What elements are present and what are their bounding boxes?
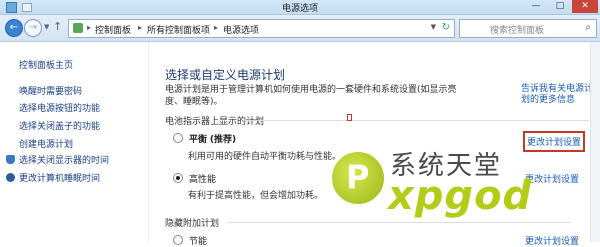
page-description: 电源计划是用于管理计算机如何使用电源的一套硬件和系统设置(如显示亮度、睡眠等)。 xyxy=(165,85,457,107)
moon-icon xyxy=(6,173,15,182)
breadcrumb-power-options[interactable]: 电源选项 xyxy=(223,23,259,36)
breadcrumb-separator-icon[interactable]: ▸ xyxy=(214,23,218,32)
sidebar-item-control-panel-home[interactable]: 控制面板主页 xyxy=(19,58,73,71)
breadcrumb-separator-icon[interactable]: ▸ xyxy=(87,23,91,32)
plan-power-saver-radio[interactable] xyxy=(173,235,183,245)
display-shield-icon xyxy=(6,155,15,164)
close-button[interactable]: ✕ xyxy=(572,0,598,13)
collapse-marker-icon[interactable] xyxy=(347,114,352,121)
section-hidden-plans[interactable]: 隐藏附加计划 xyxy=(165,216,219,229)
watermark-logo-icon: P xyxy=(330,150,386,206)
breadcrumb-separator-icon[interactable]: ▸ xyxy=(138,23,142,32)
plan-high-performance-radio[interactable] xyxy=(173,173,183,183)
address-dropdown-icon[interactable]: ▼ xyxy=(431,23,436,31)
plan-high-performance[interactable]: 高性能 xyxy=(173,172,216,185)
address-bar: ← → ▼ ↑ ▸ 控制面板 ▸ 所有控制面板项 ▸ 电源选项 ▼ ↻ 搜索控制… xyxy=(0,15,600,42)
sidebar-item-label: 选择关闭显示器的时间 xyxy=(19,156,110,166)
watermark: P 系统天堂 xpgod xyxy=(330,145,600,242)
sidebar-item-create-plan[interactable]: 创建电源计划 xyxy=(19,137,73,150)
sidebar-item-sleep-time[interactable]: 更改计算机睡眠时间 xyxy=(6,171,100,184)
window-title: 电源选项 xyxy=(281,4,318,14)
window-titlebar: 电源选项 — □ ✕ xyxy=(0,0,600,15)
sidebar-item-label: 更改计算机睡眠时间 xyxy=(19,174,101,184)
scrollbar[interactable] xyxy=(590,42,600,242)
search-input[interactable]: 搜索控制面板 xyxy=(490,23,544,36)
refresh-icon[interactable]: ↻ xyxy=(442,22,450,33)
plan-high-performance-description: 有利于提高性能，但会增加功耗。 xyxy=(188,191,324,201)
maximize-button[interactable]: □ xyxy=(548,0,572,13)
plan-balanced[interactable]: 平衡 (推荐) xyxy=(173,132,236,145)
back-button[interactable]: ← xyxy=(5,19,23,37)
up-arrow-icon[interactable]: ↑ xyxy=(53,20,62,33)
plan-balanced-name: 平衡 xyxy=(189,135,208,145)
sidebar-item-power-button[interactable]: 选择电源按钮的功能 xyxy=(19,101,100,114)
sidebar: 控制面板主页 唤醒时需要密码 选择电源按钮的功能 选择关闭盖子的功能 创建电源计… xyxy=(0,42,149,242)
minimize-button[interactable]: — xyxy=(524,0,548,13)
plan-balanced-tag: (推荐) xyxy=(209,135,237,145)
breadcrumb[interactable]: ▸ 控制面板 ▸ 所有控制面板项 ▸ 电源选项 ▼ ↻ xyxy=(68,19,455,38)
plan-power-saver[interactable]: 节能 xyxy=(173,234,207,247)
breadcrumb-all-items[interactable]: 所有控制面板项 xyxy=(147,23,210,36)
plan-power-saver-name: 节能 xyxy=(189,237,208,247)
control-panel-icon xyxy=(73,23,83,33)
sidebar-item-require-password[interactable]: 唤醒时需要密码 xyxy=(19,84,82,97)
learn-more-link[interactable]: 告诉我有关电源计划的更多信息 xyxy=(521,84,599,106)
recent-pages-chevron-icon[interactable]: ▼ xyxy=(44,23,49,31)
sidebar-item-lid-close[interactable]: 选择关闭盖子的功能 xyxy=(19,119,100,132)
search-box[interactable]: 搜索控制面板 ⌕ xyxy=(459,19,597,38)
plan-balanced-radio[interactable] xyxy=(173,133,183,143)
plan-high-performance-name: 高性能 xyxy=(189,175,217,185)
plan-balanced-description: 利用可用的硬件自动平衡功耗与性能。 xyxy=(188,152,342,162)
page-title: 选择或自定义电源计划 xyxy=(165,68,286,82)
sidebar-item-display-off[interactable]: 选择关闭显示器的时间 xyxy=(6,153,109,166)
watermark-en-text: xpgod xyxy=(388,173,533,219)
forward-button[interactable]: → xyxy=(24,19,42,37)
section-divider xyxy=(245,120,589,121)
search-icon[interactable]: ⌕ xyxy=(585,22,591,33)
breadcrumb-control-panel[interactable]: 控制面板 xyxy=(95,23,131,36)
